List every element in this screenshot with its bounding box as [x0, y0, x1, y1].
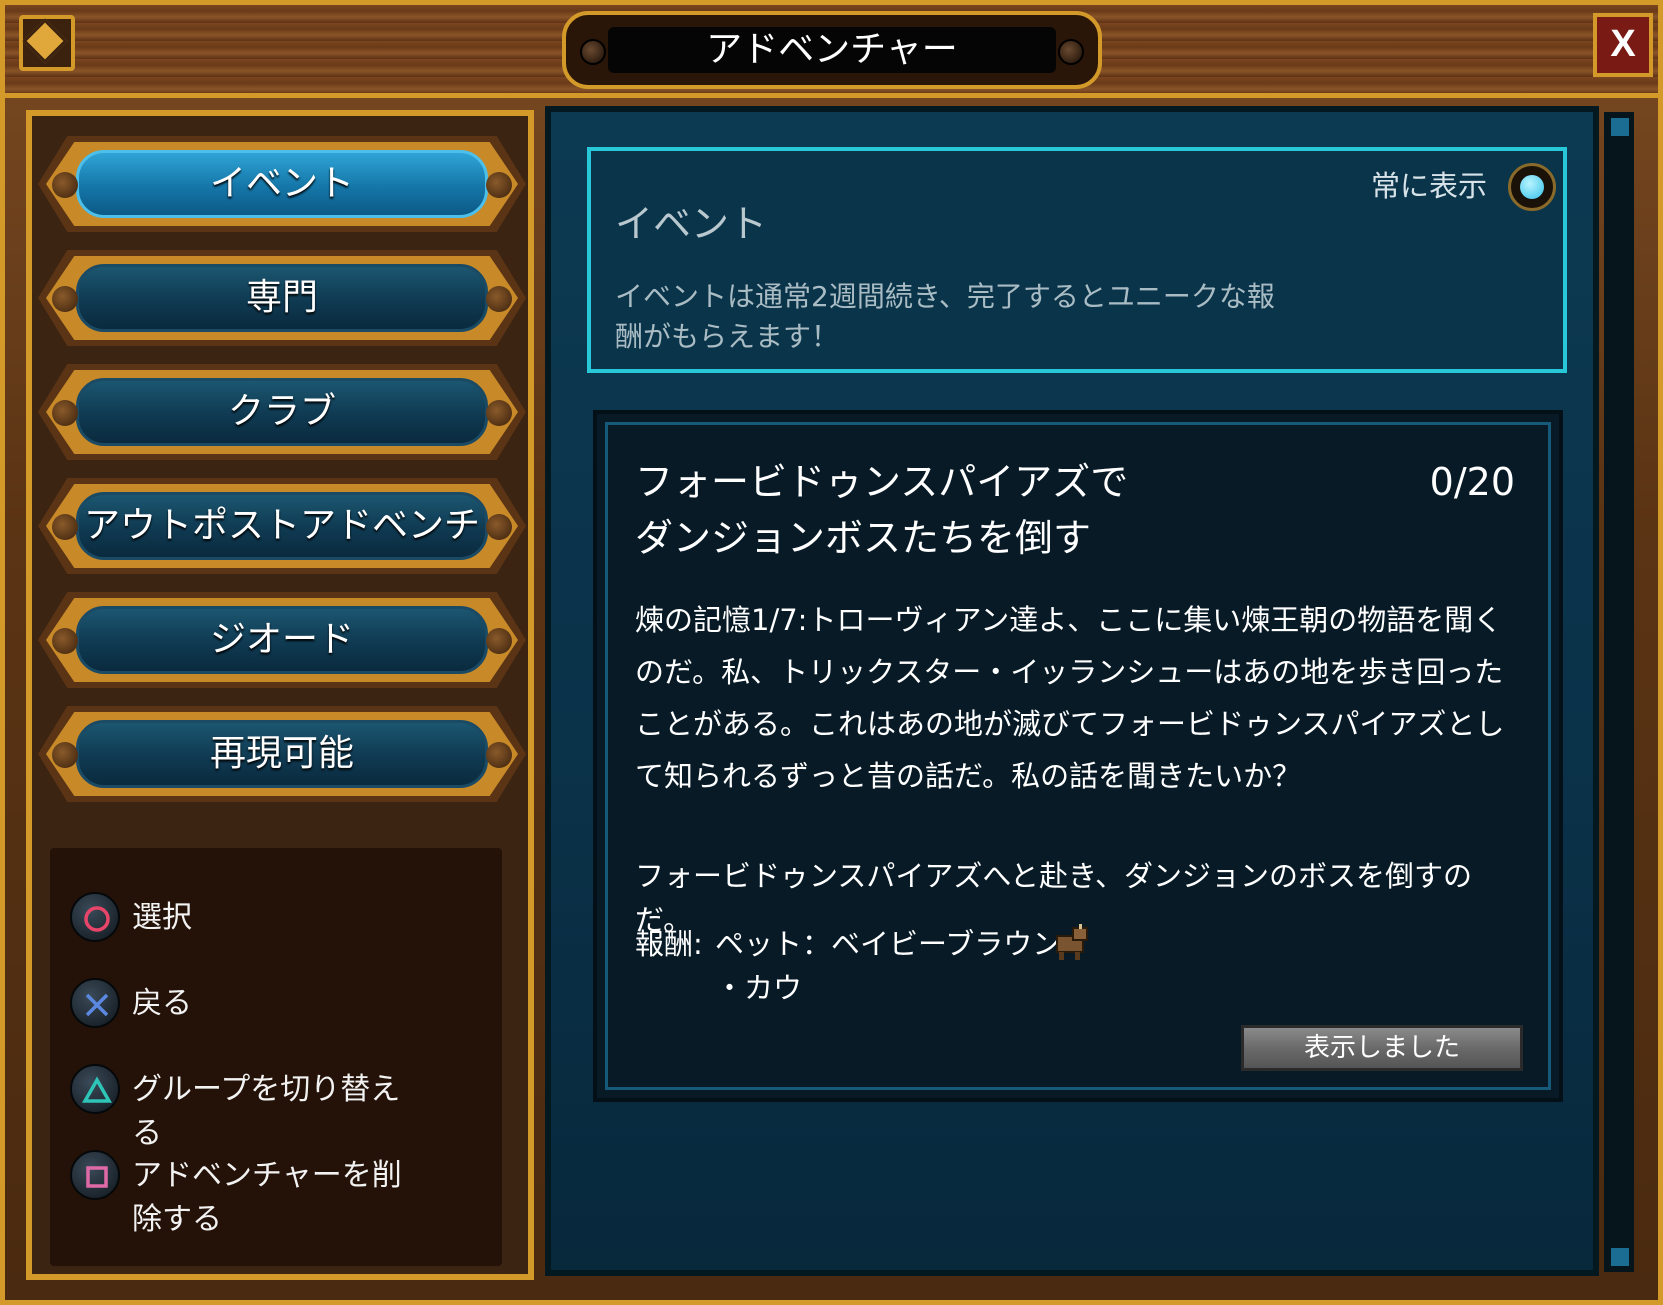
quest-story: 煉の記憶1/7:トローヴィアン達よ、ここに集い煉王朝の物語を聞くのだ。私、トリッ…: [635, 603, 1505, 793]
window-title: アドベンチャー: [608, 27, 1056, 73]
tab-label: イベント: [209, 163, 354, 204]
brown-cow-pet-icon: [1049, 922, 1091, 964]
quest-progress: 0/20: [1429, 460, 1515, 504]
tab-outpost-adventure[interactable]: アウトポストアドベンチ: [38, 474, 526, 578]
triangle-button-icon: [70, 1064, 120, 1114]
mark-seen-button[interactable]: 表示しました: [1241, 1025, 1523, 1071]
close-button[interactable]: X: [1593, 13, 1653, 77]
controller-hints: 選択 戻る グループを切り替える アドベンチャーを削除する: [50, 848, 502, 1266]
category-description: イベントは通常2週間続き、完了するとユニークな報酬がもらえます！: [615, 280, 1275, 353]
scroll-up-icon[interactable]: [1611, 118, 1629, 136]
tab-repeatable[interactable]: 再現可能: [38, 702, 526, 806]
reward-item: ペット：ベイビーブラウン: [715, 927, 1062, 961]
scroll-down-icon[interactable]: [1611, 1248, 1629, 1266]
tab-label: 再現可能: [209, 733, 354, 774]
scrollbar[interactable]: [1604, 112, 1634, 1272]
tab-club[interactable]: クラブ: [38, 360, 526, 464]
toggle-on-indicator: [1520, 175, 1544, 199]
title-plate: アドベンチャー: [562, 11, 1102, 89]
tab-label: クラブ: [227, 391, 336, 432]
circle-button-icon: [70, 892, 120, 942]
cross-button-icon: [70, 978, 120, 1028]
menu-corner-icon[interactable]: [19, 15, 75, 71]
tab-label: アウトポストアドベンチ: [83, 505, 480, 546]
square-button-icon: [70, 1150, 120, 1200]
reward-label: 報酬:: [635, 927, 703, 961]
tab-geode[interactable]: ジオード: [38, 588, 526, 692]
category-info-box: イベント イベントは通常2週間続き、完了するとユニークな報酬がもらえます！ 常に…: [587, 147, 1567, 373]
rivet-icon: [580, 39, 606, 65]
rivet-icon: [1058, 39, 1084, 65]
category-title: イベント: [615, 202, 768, 246]
always-show-toggle[interactable]: [1508, 163, 1556, 211]
reward-item-continued: ・カウ: [715, 971, 803, 1005]
tab-event[interactable]: イベント: [38, 132, 526, 236]
quest-title: フォービドゥンスパイアズでダンジョンボスたちを倒す: [635, 460, 1129, 560]
always-show-label: 常に表示: [1371, 169, 1488, 203]
tab-specialty[interactable]: 専門: [38, 246, 526, 350]
quest-card[interactable]: フォービドゥンスパイアズでダンジョンボスたちを倒す 0/20 煉の記憶1/7:ト…: [593, 410, 1563, 1102]
tab-label: 専門: [245, 277, 318, 318]
title-bar: アドベンチャー X: [5, 5, 1658, 98]
category-sidebar: イベント 専門 クラブ アウトポストアドベンチ ジオード 再現可能 選択 戻る …: [26, 110, 534, 1280]
tab-label: ジオード: [209, 619, 354, 660]
